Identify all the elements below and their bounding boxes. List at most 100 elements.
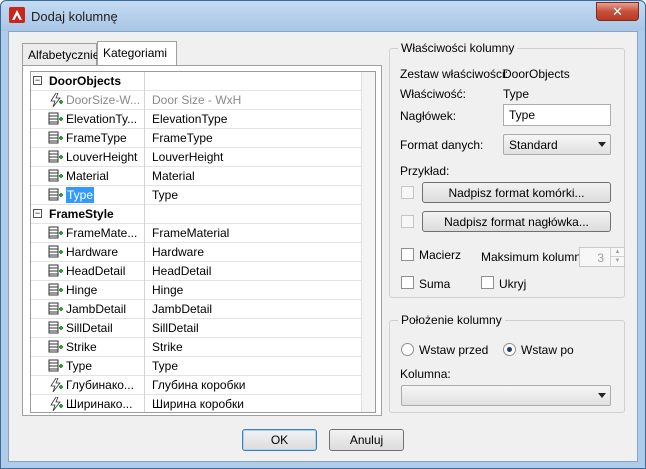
header-input[interactable]: Type [503,104,611,126]
grid-property-row[interactable]: LouverHeight LouverHeight [31,148,361,167]
data-format-label: Format danych: [400,138,484,152]
grid-value-cell: JambDetail [152,302,213,316]
dialog-window: Dodaj kolumnę ✕ Alfabetycznie Kategoriam… [0,0,646,469]
grid-value-cell: Door Size - WxH [152,93,242,107]
ok-button[interactable]: OK [242,429,317,451]
table-add-icon [48,112,64,126]
grid-property-row[interactable]: JambDetail JambDetail [31,300,361,319]
matrix-label: Macierz [419,248,462,262]
grid-property-row[interactable]: Type Type [31,186,361,205]
grid-name-cell: DoorSize-W... [45,91,145,110]
grid-value-cell: Material [152,169,195,183]
grid-category-row[interactable]: − DoorObjects [31,72,361,91]
grid-name-cell: ElevationTy... [45,110,145,129]
grid-property-row[interactable]: SillDetail SillDetail [31,319,361,338]
override-cell-checkbox[interactable] [401,186,414,199]
grid-property-row[interactable]: HeadDetail HeadDetail [31,262,361,281]
insert-after-radio[interactable] [503,343,516,356]
table-add-icon [48,340,64,354]
grid-value-cell: Strike [152,340,183,354]
grid-name-text: DoorObjects [49,74,122,88]
grid-name-text: Hinge [66,283,98,297]
table-add-icon [48,264,64,278]
collapse-icon[interactable]: − [33,76,42,85]
grid-name-cell: Hinge [45,281,145,300]
header-label: Nagłówek: [400,109,457,123]
override-cell-format-label: Nadpisz format komórki... [448,186,585,200]
tab-categorized[interactable]: Kategoriami [97,41,177,65]
grid-name-cell: Type [45,186,145,205]
lightning-icon [48,377,64,393]
sum-label: Suma [419,277,451,291]
chevron-down-icon [598,393,606,398]
grid-name-text: HeadDetail [66,264,126,278]
override-header-format-button[interactable]: Nadpisz format nagłówka... [422,211,611,232]
column-position-title: Położenie kolumny [398,313,505,327]
grid-name-text: FrameMate... [66,226,138,240]
example-label: Przykład: [400,164,450,178]
property-label: Właściwość: [400,87,467,101]
title-bar[interactable]: Dodaj kolumnę ✕ [1,1,645,31]
grid-property-row[interactable]: Hinge Hinge [31,281,361,300]
grid-name-text: FrameType [66,131,127,145]
grid-name-text: LouverHeight [66,150,138,164]
grid-name-text: JambDetail [66,302,127,316]
column-position-group: Położenie kolumny Wstaw przed Wstaw po K… [389,313,625,413]
data-format-select[interactable]: Standard [503,134,611,155]
grid-name-cell: Material [45,167,145,186]
grid-name-cell: SillDetail [45,319,145,338]
grid-name-text: FrameStyle [49,207,114,221]
close-button[interactable]: ✕ [596,2,639,21]
grid-name-cell: HeadDetail [45,262,145,281]
tab-alphabetical[interactable]: Alfabetycznie [22,43,100,65]
insert-before-radio[interactable] [401,343,414,356]
matrix-checkbox[interactable] [401,248,414,261]
column-select[interactable] [401,385,611,406]
grid-value-cell: SillDetail [152,321,199,335]
spinner-up-icon[interactable]: ▲ [610,248,624,257]
grid-property-row[interactable]: Глубинако... Глубина коробки [31,376,361,395]
table-add-icon [48,283,64,297]
grid-property-row[interactable]: DoorSize-W... Door Size - WxH [31,91,361,110]
grid-property-row[interactable]: Hardware Hardware [31,243,361,262]
grid-property-row[interactable]: FrameMate... FrameMaterial [31,224,361,243]
column-properties-group: Właściwości kolumny Zestaw właściwości: … [389,41,625,298]
sum-checkbox[interactable] [401,276,414,289]
grid-property-row[interactable]: Ширинако... Ширина коробки [31,395,361,412]
grid-property-row[interactable]: Strike Strike [31,338,361,357]
grid-property-row[interactable]: ElevationTy... ElevationType [31,110,361,129]
grid-value-cell: HeadDetail [152,264,212,278]
property-set-value: DoorObjects [503,67,570,81]
close-icon: ✕ [612,4,623,19]
grid-value-cell: Глубина коробки [152,378,246,392]
grid-value-cell: LouverHeight [152,150,224,164]
column-label: Kolumna: [400,367,451,381]
grid-name-cell: DoorObjects [45,72,145,91]
cancel-button[interactable]: Anuluj [329,429,404,451]
table-add-icon [48,169,64,183]
column-properties-title: Właściwości kolumny [398,41,518,55]
max-columns-spinner[interactable]: 3 ▲ ▼ [579,247,625,267]
tab-alphabetical-label: Alfabetycznie [28,48,100,62]
override-header-checkbox[interactable] [401,215,414,228]
spinner-down-icon[interactable]: ▼ [610,257,624,266]
override-cell-format-button[interactable]: Nadpisz format komórki... [422,182,611,203]
grid-name-text: ElevationTy... [66,112,138,126]
collapse-icon[interactable]: − [33,209,42,218]
grid-property-row[interactable]: Type Type [31,357,361,376]
grid-name-cell: LouverHeight [45,148,145,167]
grid-property-row[interactable]: Material Material [31,167,361,186]
grid-property-row[interactable]: FrameType FrameType [31,129,361,148]
hide-checkbox[interactable] [481,276,494,289]
property-grid[interactable]: − DoorObjects DoorSize-W... Door Size - WxH… [30,71,376,413]
grid-scrollbar[interactable] [361,72,375,412]
grid-category-row[interactable]: − FrameStyle [31,205,361,224]
lightning-icon [48,92,64,108]
grid-value-cell: ElevationType [152,112,228,126]
cancel-label: Anuluj [349,433,384,447]
data-format-value: Standard [509,138,558,152]
grid-name-text: Type [66,359,93,373]
grid-name-cell: Глубинако... [45,376,145,395]
table-add-icon [48,245,64,259]
grid-name-text: Ширинако... [66,397,133,411]
